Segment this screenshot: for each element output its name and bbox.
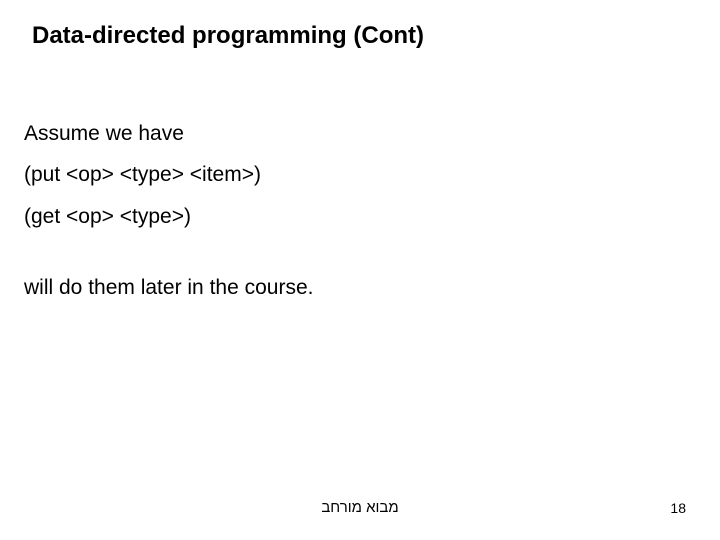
slide-body: Assume we have (put <op> <type> <item>) … [24, 120, 313, 315]
footer-text: מבוא מורחב [0, 499, 720, 516]
body-line: Assume we have [24, 120, 313, 147]
page-number: 18 [670, 500, 686, 516]
body-line: (get <op> <type>) [24, 203, 313, 230]
spacer [24, 244, 313, 274]
body-line: will do them later in the course. [24, 274, 313, 301]
body-line: (put <op> <type> <item>) [24, 161, 313, 188]
slide-title: Data-directed programming (Cont) [32, 22, 424, 50]
slide: Data-directed programming (Cont) Assume … [0, 0, 720, 540]
